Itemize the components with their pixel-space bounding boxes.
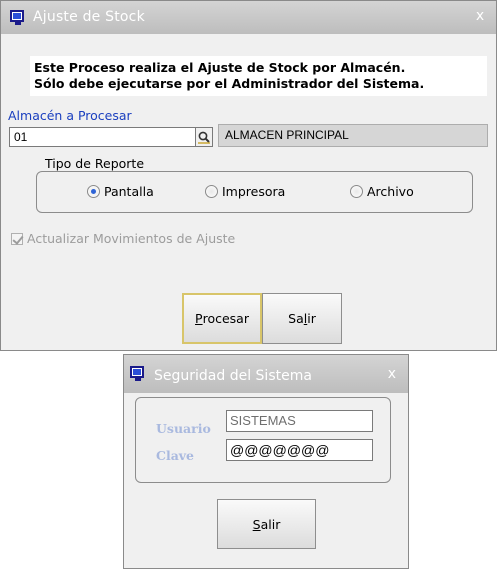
notice-line-1: Este Proceso realiza el Ajuste de Stock … bbox=[34, 60, 406, 75]
ajuste-stock-titlebar[interactable]: Ajuste de Stock x bbox=[1, 1, 496, 34]
radio-impresora-label: Impresora bbox=[222, 184, 286, 199]
procesar-button[interactable]: Procesar bbox=[182, 293, 262, 344]
seguridad-titlebar[interactable]: Seguridad del Sistema x bbox=[124, 355, 408, 393]
actualizar-movimientos-checkbox[interactable]: Actualizar Movimientos de Ajuste bbox=[11, 231, 235, 246]
salir-button[interactable]: Sa l ir bbox=[262, 293, 342, 344]
almacen-code-input[interactable]: 01 bbox=[9, 127, 212, 147]
salir-label-suffix: ir bbox=[307, 311, 316, 326]
app-window-icon bbox=[130, 366, 144, 381]
notice-line-2: Sólo debe ejecutarse por el Administrado… bbox=[34, 76, 425, 91]
procesar-label: rocesar bbox=[202, 311, 249, 326]
radio-archivo[interactable]: Archivo bbox=[350, 184, 414, 199]
security-title: Seguridad del Sistema bbox=[154, 368, 312, 384]
usuario-field[interactable]: SISTEMAS bbox=[226, 410, 373, 432]
clave-field[interactable]: @@@@@@@ bbox=[226, 439, 373, 461]
radio-impresora[interactable]: Impresora bbox=[205, 184, 285, 199]
salir-security-mnemonic: S bbox=[252, 516, 261, 532]
usuario-label: Usuario bbox=[156, 421, 211, 436]
radio-pantalla[interactable]: Pantalla bbox=[87, 184, 154, 199]
window-title: Ajuste de Stock bbox=[33, 9, 145, 25]
almacen-name-field: ALMACEN PRINCIPAL bbox=[218, 124, 488, 147]
radio-pantalla-label: Pantalla bbox=[104, 184, 154, 199]
radio-archivo-label: Archivo bbox=[367, 184, 414, 199]
procesar-mnemonic: P bbox=[195, 311, 203, 326]
close-icon[interactable]: x bbox=[388, 366, 396, 382]
app-window-icon bbox=[10, 10, 24, 25]
radio-selected-icon bbox=[87, 185, 100, 198]
close-icon[interactable]: x bbox=[472, 8, 488, 24]
radio-unselected-icon bbox=[205, 185, 218, 198]
notice-banner: Este Proceso realiza el Ajuste de Stock … bbox=[30, 56, 487, 96]
almacen-search-button[interactable] bbox=[195, 127, 213, 147]
seguridad-window: Seguridad del Sistema x Usuario SISTEMAS… bbox=[123, 354, 409, 569]
ajuste-stock-window: Ajuste de Stock x Este Proceso realiza e… bbox=[0, 0, 497, 351]
salir-security-label: alir bbox=[260, 516, 281, 532]
salir-security-button[interactable]: Salir bbox=[217, 499, 316, 549]
search-icon bbox=[198, 131, 210, 144]
checkbox-label: Actualizar Movimientos de Ajuste bbox=[27, 231, 236, 246]
almacen-label: Almacén a Procesar bbox=[8, 108, 132, 123]
checkbox-checked-icon bbox=[11, 232, 23, 245]
clave-label: Clave bbox=[156, 448, 195, 463]
tipo-reporte-legend: Tipo de Reporte bbox=[42, 156, 148, 171]
radio-unselected-icon bbox=[350, 185, 363, 198]
salir-label-prefix: Sa bbox=[288, 311, 304, 326]
